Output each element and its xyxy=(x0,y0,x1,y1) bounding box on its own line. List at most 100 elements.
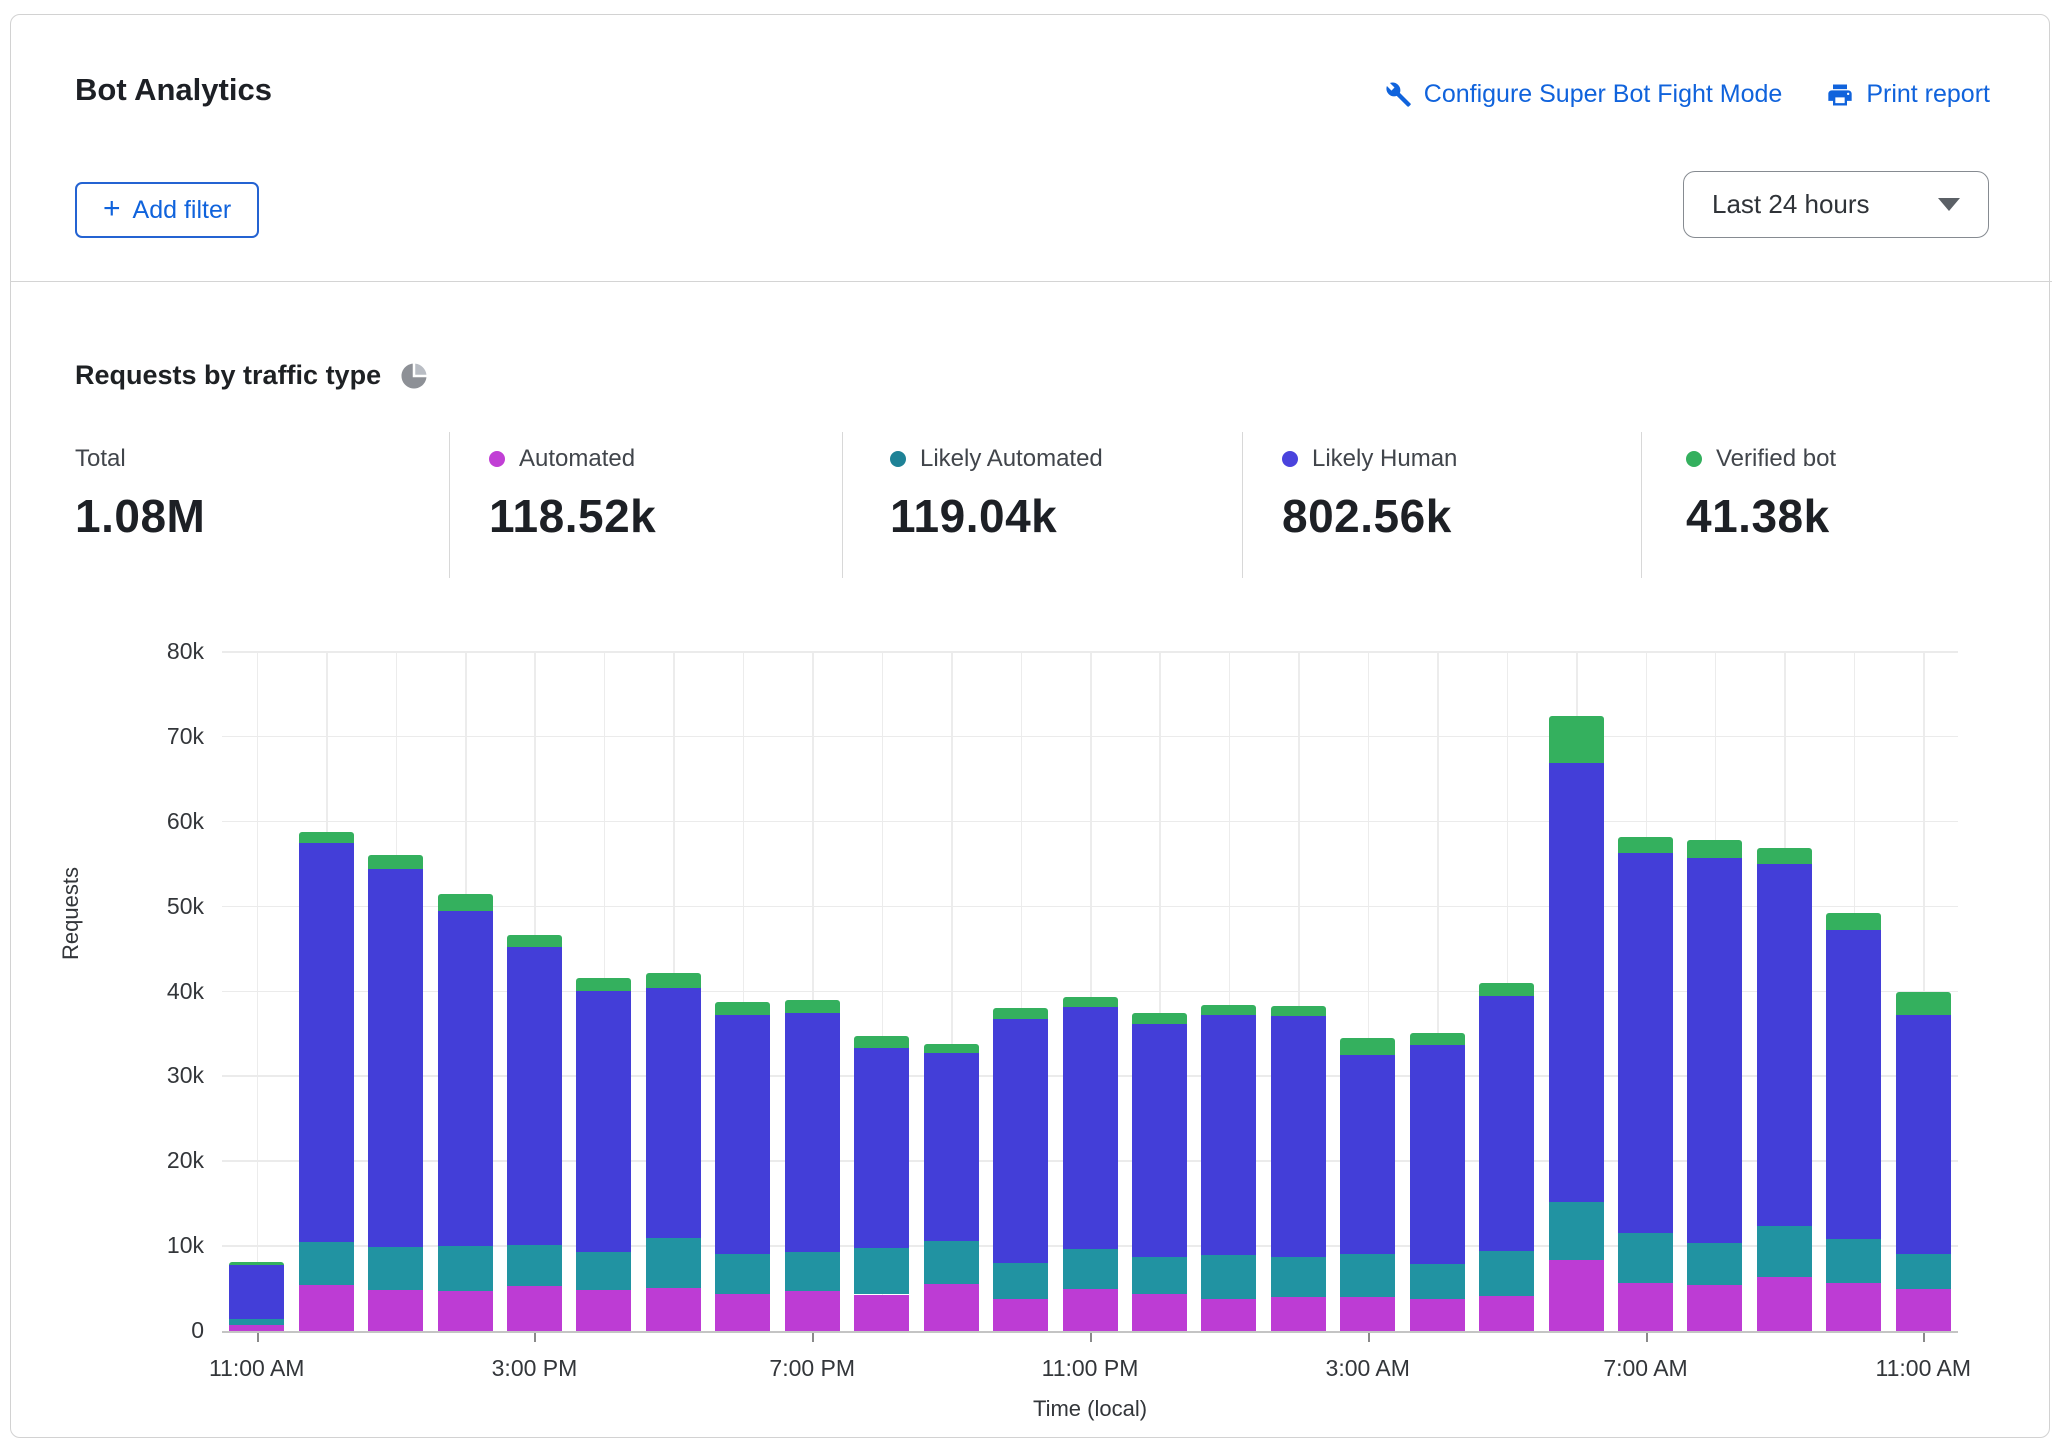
bar-segment-verified-bot[interactable] xyxy=(1687,840,1742,858)
bar-segment-likely-human[interactable] xyxy=(1896,1015,1951,1253)
bar-segment-likely-human[interactable] xyxy=(1271,1016,1326,1257)
bar-segment-verified-bot[interactable] xyxy=(1201,1005,1256,1015)
bar-segment-likely-automated[interactable] xyxy=(1826,1239,1881,1282)
bar-segment-automated[interactable] xyxy=(1410,1299,1465,1331)
bar-segment-likely-automated[interactable] xyxy=(1479,1251,1534,1296)
bar-segment-verified-bot[interactable] xyxy=(507,935,562,948)
bar-segment-likely-automated[interactable] xyxy=(1201,1255,1256,1299)
bar-segment-verified-bot[interactable] xyxy=(1410,1033,1465,1045)
bar-segment-verified-bot[interactable] xyxy=(993,1008,1048,1019)
bar-segment-automated[interactable] xyxy=(1201,1299,1256,1331)
bar-segment-automated[interactable] xyxy=(1826,1283,1881,1331)
bar-segment-likely-automated[interactable] xyxy=(715,1254,770,1294)
bar-segment-verified-bot[interactable] xyxy=(1271,1006,1326,1016)
bar-segment-likely-automated[interactable] xyxy=(1410,1264,1465,1299)
bar-segment-verified-bot[interactable] xyxy=(1479,983,1534,996)
bar-segment-likely-automated[interactable] xyxy=(507,1245,562,1286)
bar-segment-likely-automated[interactable] xyxy=(1549,1202,1604,1260)
bar-segment-likely-automated[interactable] xyxy=(438,1246,493,1291)
bar-segment-automated[interactable] xyxy=(715,1294,770,1331)
bar-segment-likely-human[interactable] xyxy=(854,1048,909,1248)
bar-segment-automated[interactable] xyxy=(299,1285,354,1331)
bar-segment-likely-automated[interactable] xyxy=(576,1252,631,1290)
bar-segment-likely-automated[interactable] xyxy=(1618,1233,1673,1283)
bar-segment-likely-human[interactable] xyxy=(1826,930,1881,1239)
bar-segment-likely-human[interactable] xyxy=(576,991,631,1252)
bar-segment-verified-bot[interactable] xyxy=(438,894,493,911)
bar-segment-automated[interactable] xyxy=(924,1284,979,1331)
bar-segment-likely-automated[interactable] xyxy=(1063,1249,1118,1290)
bar-segment-likely-automated[interactable] xyxy=(646,1238,701,1288)
bar-segment-automated[interactable] xyxy=(1271,1297,1326,1331)
bar-segment-verified-bot[interactable] xyxy=(924,1044,979,1052)
bar-segment-automated[interactable] xyxy=(646,1288,701,1331)
bar-segment-verified-bot[interactable] xyxy=(229,1262,284,1265)
bar-segment-likely-automated[interactable] xyxy=(1271,1257,1326,1297)
bar-segment-likely-automated[interactable] xyxy=(1340,1254,1395,1297)
bar-segment-automated[interactable] xyxy=(1549,1260,1604,1331)
bar-segment-verified-bot[interactable] xyxy=(1896,992,1951,1015)
bar-segment-automated[interactable] xyxy=(854,1295,909,1331)
bar-segment-likely-automated[interactable] xyxy=(1132,1257,1187,1293)
bar-segment-automated[interactable] xyxy=(576,1290,631,1331)
bar-segment-likely-human[interactable] xyxy=(1201,1015,1256,1254)
bar-segment-likely-automated[interactable] xyxy=(229,1319,284,1325)
bar-segment-likely-automated[interactable] xyxy=(1757,1226,1812,1277)
bar-segment-likely-human[interactable] xyxy=(368,869,423,1247)
bar-segment-likely-automated[interactable] xyxy=(299,1242,354,1285)
bar-segment-likely-human[interactable] xyxy=(438,911,493,1246)
bar-segment-automated[interactable] xyxy=(1132,1294,1187,1331)
bar-segment-automated[interactable] xyxy=(993,1299,1048,1331)
bar-segment-likely-human[interactable] xyxy=(1618,853,1673,1233)
bar-segment-likely-human[interactable] xyxy=(1132,1024,1187,1257)
bar-segment-likely-human[interactable] xyxy=(229,1265,284,1319)
bar-segment-likely-automated[interactable] xyxy=(993,1263,1048,1299)
bar-segment-verified-bot[interactable] xyxy=(1340,1038,1395,1055)
bar-segment-verified-bot[interactable] xyxy=(368,855,423,869)
bar-segment-verified-bot[interactable] xyxy=(1826,913,1881,930)
bar-segment-likely-automated[interactable] xyxy=(368,1247,423,1290)
bar-segment-verified-bot[interactable] xyxy=(1618,837,1673,853)
bar-segment-automated[interactable] xyxy=(1340,1297,1395,1331)
bar-segment-likely-human[interactable] xyxy=(924,1053,979,1241)
bar-segment-likely-automated[interactable] xyxy=(1687,1243,1742,1285)
bar-segment-verified-bot[interactable] xyxy=(646,973,701,988)
bar-segment-automated[interactable] xyxy=(438,1291,493,1331)
bar-segment-automated[interactable] xyxy=(368,1290,423,1331)
bar-segment-verified-bot[interactable] xyxy=(785,1000,840,1013)
bar-segment-likely-human[interactable] xyxy=(1757,864,1812,1226)
bar-segment-automated[interactable] xyxy=(1618,1283,1673,1331)
bar-segment-likely-human[interactable] xyxy=(715,1015,770,1253)
bar-segment-likely-human[interactable] xyxy=(1479,996,1534,1251)
bar-segment-likely-human[interactable] xyxy=(785,1013,840,1252)
bar-segment-likely-human[interactable] xyxy=(646,988,701,1238)
bar-segment-likely-human[interactable] xyxy=(507,947,562,1245)
bar-segment-likely-automated[interactable] xyxy=(924,1241,979,1284)
bar-segment-verified-bot[interactable] xyxy=(576,978,631,991)
bar-segment-automated[interactable] xyxy=(1063,1289,1118,1331)
bar-segment-automated[interactable] xyxy=(785,1291,840,1331)
bar-segment-likely-human[interactable] xyxy=(1687,858,1742,1242)
bar-segment-verified-bot[interactable] xyxy=(1549,716,1604,764)
bar-segment-automated[interactable] xyxy=(1479,1296,1534,1331)
bar-segment-verified-bot[interactable] xyxy=(1063,997,1118,1007)
bar-segment-automated[interactable] xyxy=(1896,1289,1951,1331)
bar-segment-verified-bot[interactable] xyxy=(715,1002,770,1016)
bar-segment-verified-bot[interactable] xyxy=(1132,1013,1187,1024)
bar-segment-likely-human[interactable] xyxy=(1340,1055,1395,1254)
bar-segment-likely-automated[interactable] xyxy=(785,1252,840,1291)
bar-segment-automated[interactable] xyxy=(1687,1285,1742,1331)
bar-segment-likely-human[interactable] xyxy=(1063,1007,1118,1249)
bar-segment-likely-human[interactable] xyxy=(1410,1045,1465,1264)
y-axis-tick-label: 10k xyxy=(122,1232,204,1259)
bar-segment-verified-bot[interactable] xyxy=(299,832,354,843)
bar-segment-likely-automated[interactable] xyxy=(1896,1254,1951,1290)
bar-segment-likely-human[interactable] xyxy=(1549,763,1604,1202)
bar-segment-likely-human[interactable] xyxy=(993,1019,1048,1263)
bar-segment-likely-automated[interactable] xyxy=(854,1248,909,1295)
bar-segment-likely-human[interactable] xyxy=(299,843,354,1242)
bar-segment-verified-bot[interactable] xyxy=(854,1036,909,1048)
bar-segment-verified-bot[interactable] xyxy=(1757,848,1812,864)
bar-segment-automated[interactable] xyxy=(507,1286,562,1331)
bar-segment-automated[interactable] xyxy=(1757,1277,1812,1331)
